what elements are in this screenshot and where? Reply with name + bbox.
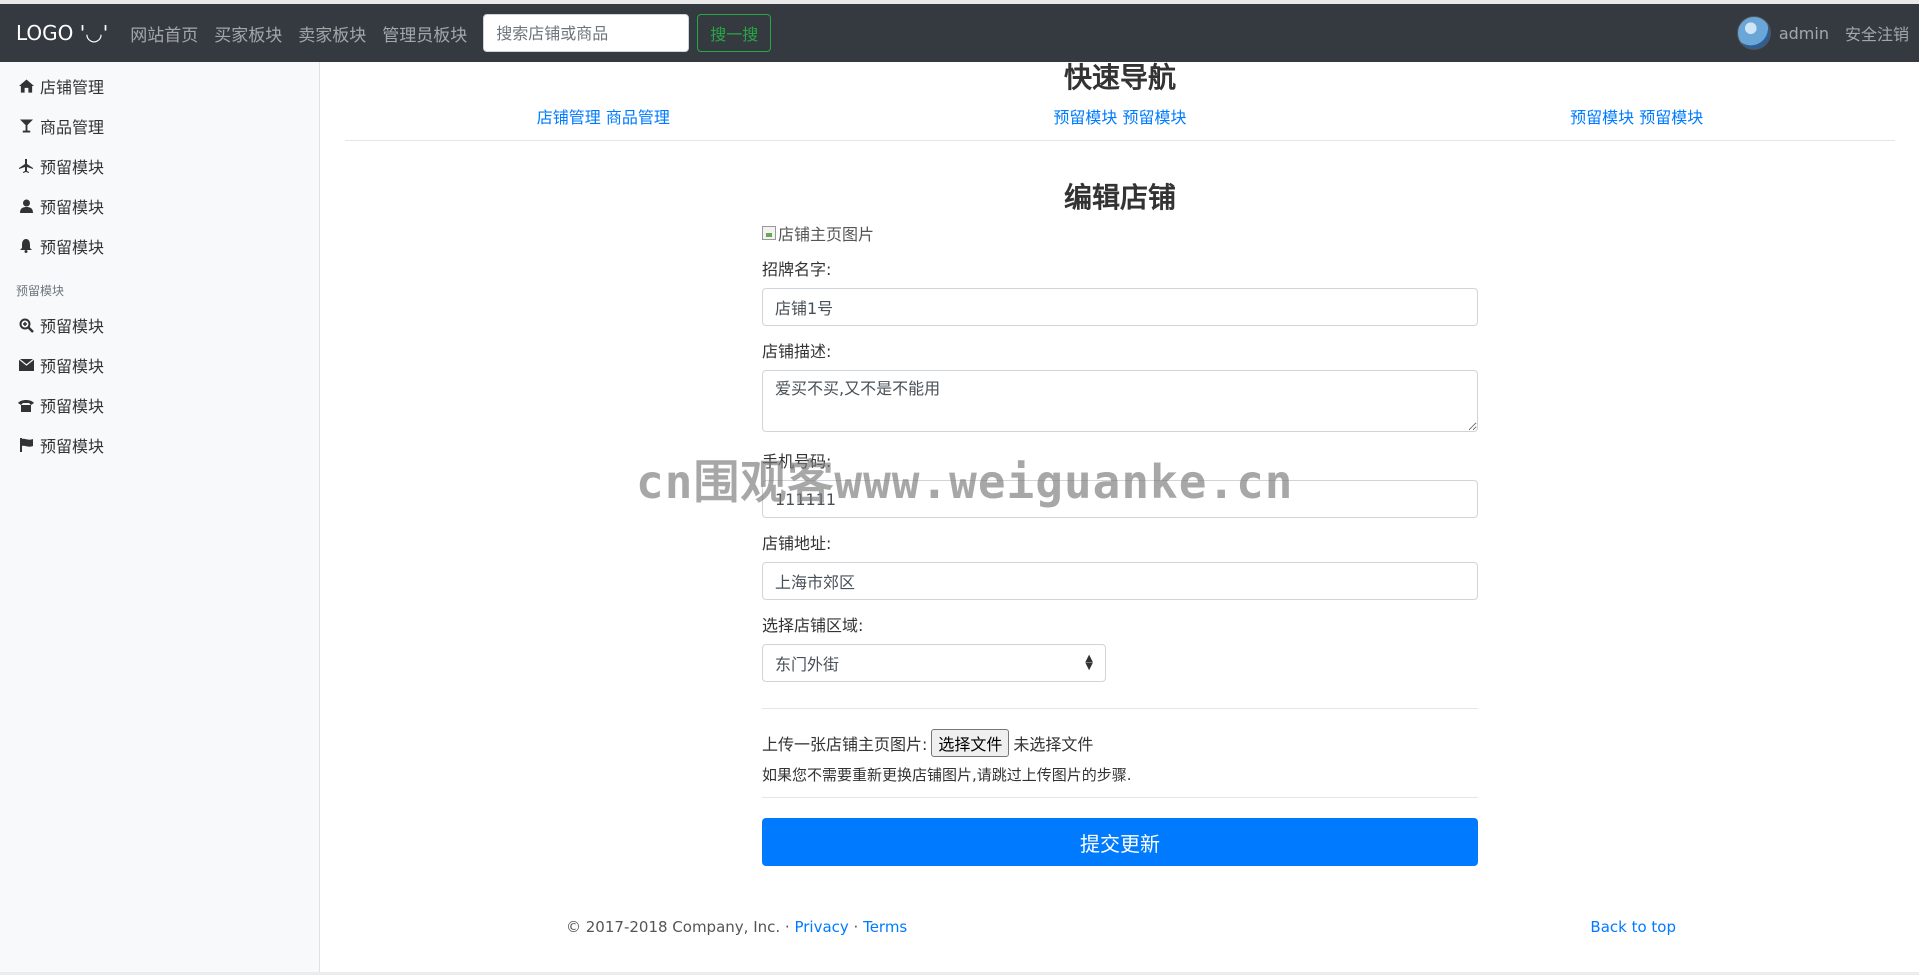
file-status: 未选择文件 (1013, 735, 1094, 754)
nav-link-home[interactable]: 网站首页 (130, 21, 198, 46)
sidebar-item-reserved-6[interactable]: 预留模块 (0, 385, 319, 425)
shop-desc-textarea[interactable]: 爱买不买,又不是不能用 (762, 370, 1478, 432)
nav-link-buyer[interactable]: 买家板块 (214, 21, 282, 46)
sidebar-item-reserved-3[interactable]: 预留模块 (0, 226, 319, 266)
sidebar-item-label: 商品管理 (40, 118, 105, 137)
shop-name-input[interactable] (762, 288, 1478, 326)
region-label: 选择店铺区域: (762, 616, 864, 635)
choose-file-button[interactable]: 选择文件 (931, 729, 1010, 757)
back-to-top-link[interactable]: Back to top (1590, 918, 1676, 936)
quick-nav-links: 店铺管理 商品管理 预留模块 预留模块 预留模块 预留模块 (345, 104, 1895, 132)
main-content: 快速导航 店铺管理 商品管理 预留模块 预留模块 预留模块 预留模块 编辑店铺 … (345, 62, 1895, 975)
sidebar-item-label: 店铺管理 (40, 78, 105, 97)
sidebar-item-reserved-4[interactable]: 预留模块 (0, 305, 319, 345)
user-icon (16, 199, 36, 213)
plane-icon (16, 159, 36, 173)
sidebar-item-shop-manage[interactable]: 店铺管理 (0, 66, 319, 106)
upload-hint: 如果您不需要重新更换店铺图片,请跳过上传图片的步骤. (762, 766, 1132, 784)
sidebar-item-label: 预留模块 (40, 357, 105, 376)
user-area: admin 安全注销 (1736, 4, 1909, 62)
edit-shop-form: 编辑店铺 店铺主页图片 招牌名字: 店铺描述: 爱买不买,又不是不能用 手机号码… (762, 180, 1478, 866)
address-group: 店铺地址: (762, 534, 1478, 600)
search-button[interactable]: 搜一搜 (697, 14, 772, 52)
sidebar-item-label: 预留模块 (40, 397, 105, 416)
nav-link-seller[interactable]: 卖家板块 (298, 21, 366, 46)
quick-nav-title: 快速导航 (1063, 61, 1176, 94)
copyright: © 2017-2018 Company, Inc. · (566, 918, 795, 936)
submit-button[interactable]: 提交更新 (762, 818, 1478, 866)
quick-link-shop-manage[interactable]: 店铺管理 (537, 108, 601, 127)
address-input[interactable] (762, 562, 1478, 600)
footer-separator: · (848, 918, 864, 936)
footer: © 2017-2018 Company, Inc. · Privacy · Te… (566, 918, 1676, 942)
broken-image-icon (762, 226, 776, 240)
name-label: 招牌名字: (762, 260, 832, 279)
avatar[interactable] (1736, 16, 1771, 50)
divider (345, 140, 1895, 141)
sidebar-item-reserved-1[interactable]: 预留模块 (0, 146, 319, 186)
divider (762, 797, 1478, 798)
quick-link-reserved[interactable]: 预留模块 (1639, 108, 1703, 127)
sidebar-item-reserved-7[interactable]: 预留模块 (0, 425, 319, 465)
flag-icon (16, 438, 36, 452)
region-select[interactable]: 东门外街 ▲ ▼ (762, 644, 1106, 682)
brand-logo[interactable]: LOGO '◡' (16, 21, 108, 45)
privacy-link[interactable]: Privacy (794, 918, 848, 936)
upload-row: 上传一张店铺主页图片: 选择文件 未选择文件 (762, 728, 1478, 758)
desc-label: 店铺描述: (762, 342, 832, 361)
nav-link-admin[interactable]: 管理员板块 (382, 21, 467, 46)
quick-link-goods-manage[interactable]: 商品管理 (606, 108, 670, 127)
shop-image: 店铺主页图片 (762, 222, 1478, 244)
quick-link-reserved[interactable]: 预留模块 (1570, 108, 1634, 127)
user-name[interactable]: admin (1779, 24, 1829, 43)
sidebar-item-label: 预留模块 (40, 158, 105, 177)
divider (762, 708, 1478, 709)
phone-icon (16, 399, 36, 412)
bell-icon (16, 239, 36, 253)
sidebar: 店铺管理 商品管理 预留模块 预留模块 预留模块 预留模块 预留模块 预留模块 … (0, 62, 320, 975)
sidebar-item-goods-manage[interactable]: 商品管理 (0, 106, 319, 146)
address-label: 店铺地址: (762, 534, 832, 553)
sidebar-item-label: 预留模块 (40, 437, 105, 456)
sidebar-item-label: 预留模块 (40, 198, 105, 217)
sidebar-item-reserved-5[interactable]: 预留模块 (0, 345, 319, 385)
zoom-icon (16, 318, 36, 333)
form-title: 编辑店铺 (1063, 181, 1176, 214)
quick-link-reserved[interactable]: 预留模块 (1123, 108, 1187, 127)
top-navbar: LOGO '◡' 网站首页 买家板块 卖家板块 管理员板块 搜一搜 admin … (0, 4, 1919, 62)
sidebar-item-label: 预留模块 (40, 317, 105, 336)
watermark: cn围观客www.weiguanke.cn (636, 455, 1294, 509)
select-arrows-icon: ▲ ▼ (1085, 653, 1093, 672)
sidebar-section-heading: 预留模块 (16, 284, 65, 298)
terms-link[interactable]: Terms (863, 918, 907, 936)
sidebar-item-reserved-2[interactable]: 预留模块 (0, 186, 319, 226)
search-input[interactable] (483, 14, 690, 52)
quick-nav-group: 预留模块 预留模块 (1053, 104, 1186, 132)
region-group: 选择店铺区域: 东门外街 ▲ ▼ (762, 616, 1478, 682)
name-group: 招牌名字: (762, 260, 1478, 326)
upload-label: 上传一张店铺主页图片: (762, 735, 928, 754)
sidebar-item-label: 预留模块 (40, 238, 105, 257)
quick-nav-group: 店铺管理 商品管理 (537, 104, 670, 132)
home-icon (16, 79, 36, 93)
desc-group: 店铺描述: 爱买不买,又不是不能用 (762, 342, 1478, 436)
region-selected-value: 东门外街 (775, 655, 840, 674)
envelope-icon (16, 359, 36, 371)
quick-nav-group: 预留模块 预留模块 (1570, 104, 1703, 132)
shop-image-alt: 店铺主页图片 (778, 225, 875, 244)
quick-link-reserved[interactable]: 预留模块 (1053, 108, 1117, 127)
logout-link[interactable]: 安全注销 (1845, 21, 1909, 45)
glass-icon (16, 119, 36, 133)
